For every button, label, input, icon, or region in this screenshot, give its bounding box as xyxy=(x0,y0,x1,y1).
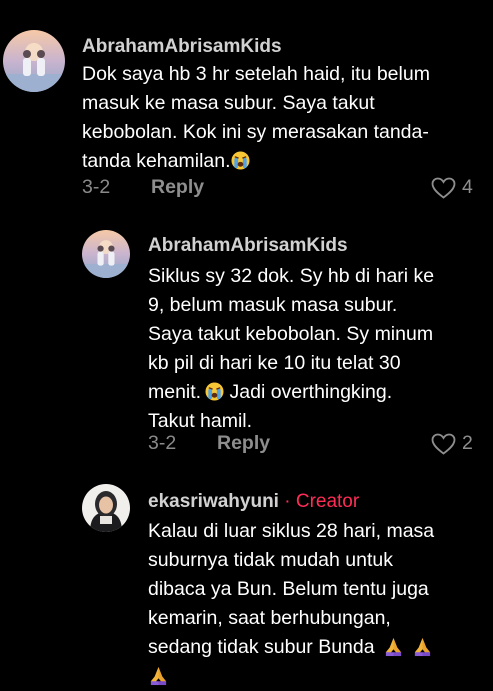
comment-text-segment: sedang tidak subur Bunda xyxy=(148,636,375,658)
creator-badge: Creator xyxy=(295,491,360,512)
comment-text-line: Saya takut kebobolan. Sy minum xyxy=(148,323,434,345)
couple-photo-avatar-icon xyxy=(3,30,65,92)
comment-username[interactable]: AbrahamAbrisamKids xyxy=(82,36,282,58)
reply-button[interactable]: Reply xyxy=(217,432,270,455)
comment-meta: 3-2 Reply xyxy=(82,176,482,202)
comment-1: AbrahamAbrisamKids Dok saya hb 3 hr sete… xyxy=(0,0,493,210)
praying-hands-emoji-icon xyxy=(385,637,401,657)
avatar[interactable] xyxy=(82,230,130,278)
comment-date: 3-2 xyxy=(82,176,111,198)
comment-text: Siklus sy 32 dok. Sy hb di hari ke 9, be… xyxy=(148,262,434,436)
couple-photo-avatar-icon xyxy=(82,230,130,278)
comment-text-line: Kalau di luar siklus 28 hari, masa xyxy=(148,520,435,542)
creator-separator: · xyxy=(284,491,291,512)
comment-text-segment: menit. xyxy=(148,381,202,403)
comment-username[interactable]: ekasriwahyuni xyxy=(148,491,279,512)
like-count: 4 xyxy=(462,176,473,198)
comment-text: Kalau di luar siklus 28 hari, masa subur… xyxy=(148,517,434,691)
avatar[interactable] xyxy=(3,30,65,92)
hijab-woman-avatar-icon xyxy=(82,484,130,532)
praying-hands-emoji-icon xyxy=(150,666,167,686)
praying-hands-emoji-icon xyxy=(414,637,430,657)
comment-text-line: menit. Jadi overthingking. xyxy=(148,378,434,407)
reply-comment-2: ekasriwahyuni · Creator Kalau di luar si… xyxy=(0,475,493,687)
crying-face-emoji-icon xyxy=(231,151,250,170)
comment-text-line: kemarin, saat berhubungan, xyxy=(148,607,391,629)
avatar[interactable] xyxy=(82,484,130,532)
heart-icon xyxy=(431,433,456,455)
comment-text-line: Siklus sy 32 dok. Sy hb di hari ke xyxy=(148,265,435,287)
comment-text-segment: tanda kehamilan. xyxy=(82,150,231,172)
like-button[interactable]: 2 xyxy=(431,432,473,455)
comment-username[interactable]: AbrahamAbrisamKids xyxy=(148,235,348,257)
comment-text-line: Dok saya hb 3 hr setelah haid, itu belum xyxy=(82,63,430,85)
like-button[interactable]: 4 xyxy=(431,176,473,199)
comment-text: Dok saya hb 3 hr setelah haid, itu belum… xyxy=(82,60,430,176)
comment-date: 3-2 xyxy=(148,432,177,454)
crying-face-emoji-icon xyxy=(205,382,224,401)
comment-text-segment: Jadi overthingking. xyxy=(224,381,393,403)
comment-text-line: masuk ke masa subur. Saya takut xyxy=(82,92,375,114)
comment-meta: 3-2 Reply xyxy=(148,432,448,458)
like-count: 2 xyxy=(462,432,473,454)
comment-text-line: kb pil di hari ke 10 itu telat 30 xyxy=(148,352,401,374)
comment-text-line: sedang tidak subur Bunda xyxy=(148,633,434,662)
comment-text-line: 9, belum masuk masa subur. xyxy=(148,294,398,316)
reply-comment-1: AbrahamAbrisamKids Siklus sy 32 dok. Sy … xyxy=(0,210,493,475)
comment-username-row: ekasriwahyuni · Creator xyxy=(148,491,359,513)
comment-text-line: tanda kehamilan. xyxy=(82,147,430,176)
reply-button[interactable]: Reply xyxy=(151,176,204,199)
comment-text-line: kebobolan. Kok ini sy merasakan tanda- xyxy=(82,121,429,143)
comment-text-line: dibaca ya Bun. Belum tentu juga xyxy=(148,578,429,600)
heart-icon xyxy=(431,177,456,199)
comment-text-line: suburnya tidak mudah untuk xyxy=(148,549,393,571)
